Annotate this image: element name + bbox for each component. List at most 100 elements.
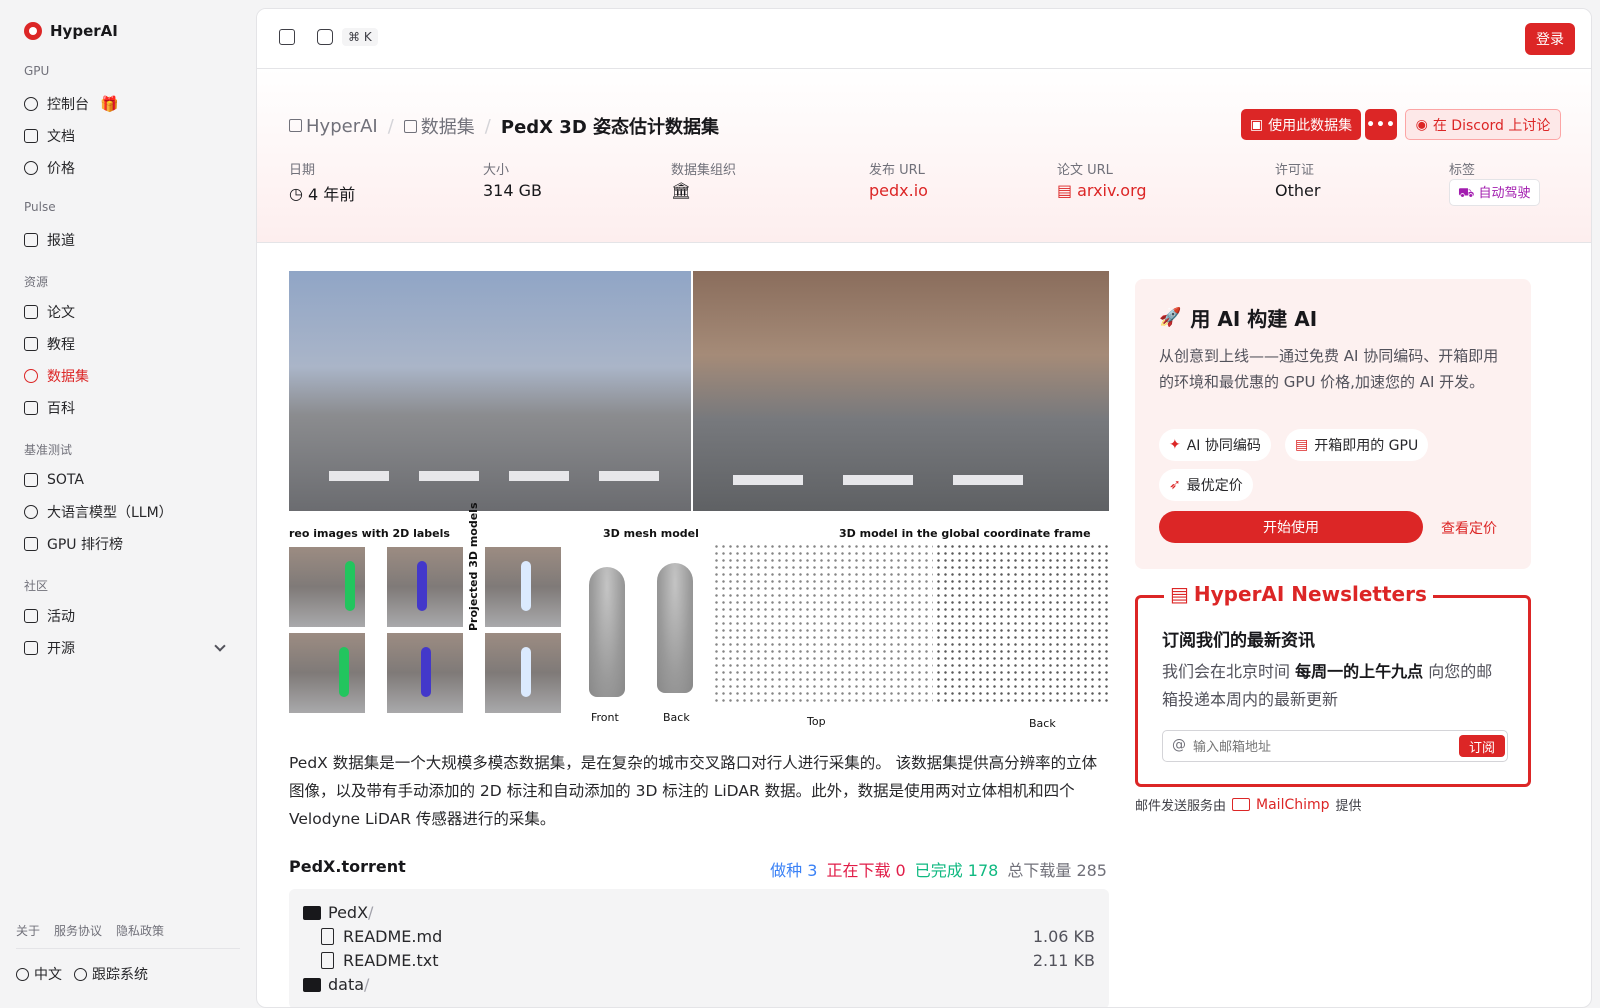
breadcrumb-separator: / xyxy=(484,115,491,137)
terms-link[interactable]: 服务协议 xyxy=(54,922,102,939)
mailchimp-link[interactable]: MailChimp xyxy=(1256,797,1330,813)
discord-button[interactable]: ◉ 在 Discord 上讨论 xyxy=(1405,109,1561,140)
sidebar-item-events[interactable]: 活动 xyxy=(16,601,236,631)
folder-icon xyxy=(303,905,321,920)
language-switch[interactable]: 中文 xyxy=(16,964,62,984)
license-value: Other xyxy=(1275,181,1321,200)
sidebar-item-llm[interactable]: 大语言模型（LLM） xyxy=(16,497,236,527)
section-title-benchmarks: 基准测试 xyxy=(24,443,73,457)
dollar-icon xyxy=(24,161,38,175)
sidebar-item-pricing[interactable]: 价格 xyxy=(16,153,236,183)
sidebar-item-label: GPU 排行榜 xyxy=(47,537,123,553)
publish-url-link[interactable]: pedx.io xyxy=(869,181,928,200)
sidebar-item-tutorials[interactable]: 教程 xyxy=(16,329,236,359)
file-row[interactable]: README.txt 2.11 KB xyxy=(303,951,1095,970)
breadcrumb-datasets[interactable]: 数据集 xyxy=(403,113,475,139)
sidebar-item-datasets[interactable]: 数据集 xyxy=(16,361,236,391)
promo-title: 🚀 用 AI 构建 AI xyxy=(1159,307,1318,331)
sidebar-item-label: 控制台 xyxy=(47,97,89,113)
sidebar-item-reports[interactable]: 报道 xyxy=(16,225,236,255)
breadcrumb-separator: / xyxy=(387,115,394,137)
size-label: 大小 xyxy=(483,163,510,178)
mesh-model-front xyxy=(589,567,625,697)
app-logo[interactable]: HyperAI xyxy=(24,22,118,40)
sidebar-item-gpu-leaderboard[interactable]: GPU 排行榜 xyxy=(16,529,236,559)
at-icon: @ xyxy=(1172,737,1186,753)
use-dataset-button[interactable]: ▣ 使用此数据集 xyxy=(1241,109,1361,140)
sidebar-item-open-source[interactable]: 开源 xyxy=(16,633,236,663)
tag-badge[interactable]: ⛟ 自动驾驶 xyxy=(1449,179,1540,206)
privacy-link[interactable]: 隐私政策 xyxy=(116,922,164,939)
footer-links: 关于 服务协议 隐私政策 xyxy=(16,922,164,939)
encyclopedia-icon xyxy=(24,401,38,415)
sidebar-item-docs[interactable]: 文档 xyxy=(16,121,236,151)
back-label: Back xyxy=(1029,717,1056,729)
crosswalk-stripe xyxy=(953,475,1023,485)
paper-url-link[interactable]: ▤ arxiv.org xyxy=(1057,181,1147,200)
pedestrian-label xyxy=(417,561,427,611)
file-icon xyxy=(321,928,334,945)
database-icon xyxy=(24,369,38,383)
section-title-community: 社区 xyxy=(24,579,49,593)
pill-pricing: ➶ 最优定价 xyxy=(1159,469,1253,501)
tracking-toggle[interactable]: 跟踪系统 xyxy=(74,964,148,984)
sidebar-toggle-icon[interactable] xyxy=(279,29,295,45)
gift-icon: 🎁 xyxy=(100,95,119,113)
sidebar-item-label: 价格 xyxy=(47,161,75,177)
file-row-folder[interactable]: data / xyxy=(303,975,1095,994)
terminal-icon: ▣ xyxy=(1249,116,1264,133)
discord-icon: ◉ xyxy=(1415,116,1428,133)
newsletter-box: ▤ HyperAI Newsletters 订阅我们的最新资讯 我们会在北京时间… xyxy=(1135,582,1531,787)
sidebar-item-label: SOTA xyxy=(47,472,84,488)
sidebar-item-label: 论文 xyxy=(47,305,75,321)
file-row[interactable]: README.md 1.06 KB xyxy=(303,927,1095,946)
lidar-back-view xyxy=(935,543,1109,703)
file-tree: PedX / README.md 1.06 KB README.txt 2.11 … xyxy=(289,889,1109,1007)
sidebar-item-encyclopedia[interactable]: 百科 xyxy=(16,393,236,423)
torrent-name: PedX.torrent xyxy=(289,857,406,876)
crosswalk-stripe xyxy=(599,471,659,481)
subscribe-button[interactable]: 订阅 xyxy=(1459,735,1505,757)
lidar-top-view xyxy=(713,543,933,703)
get-started-button[interactable]: 开始使用 xyxy=(1159,511,1423,543)
pedestrian-label xyxy=(521,561,531,611)
sidebar-item-sota[interactable]: SOTA xyxy=(16,465,236,495)
sidebar-item-label: 活动 xyxy=(47,609,75,625)
sparkle-icon: ✦ xyxy=(1169,437,1181,453)
back-label: Back xyxy=(663,711,690,724)
projected-models-label: Projected 3D models xyxy=(467,502,480,631)
pedestrian-label xyxy=(345,561,355,611)
breadcrumb-home[interactable]: HyperAI xyxy=(289,116,378,137)
crosswalk-stripe xyxy=(733,475,803,485)
dataset-header: HyperAI / 数据集 / PedX 3D 姿态估计数据集 ▣ 使用此数据集… xyxy=(257,69,1591,243)
folder-icon xyxy=(303,977,321,992)
thumbnail xyxy=(289,547,365,627)
file-row-folder[interactable]: PedX / xyxy=(303,903,1095,922)
topbar: ⌘ K 登录 xyxy=(257,9,1591,69)
file-icon xyxy=(321,952,334,969)
sidebar-item-label: 报道 xyxy=(47,233,75,249)
date-value: ◷ 4 年前 xyxy=(289,183,356,205)
globe-icon xyxy=(16,967,29,981)
date-label: 日期 xyxy=(289,163,316,178)
institution-icon[interactable]: 🏛 xyxy=(671,181,691,200)
seeding-count: 做种 3 xyxy=(770,861,818,880)
pill-gpu: ▤ 开箱即用的 GPU xyxy=(1285,429,1429,461)
crosswalk-stripe xyxy=(843,475,913,485)
car-icon: ⛟ xyxy=(1458,186,1479,201)
apps-icon[interactable] xyxy=(317,29,333,45)
about-link[interactable]: 关于 xyxy=(16,922,40,939)
command-shortcut[interactable]: ⌘ K xyxy=(342,28,378,46)
email-input[interactable] xyxy=(1193,737,1443,757)
front-label: Front xyxy=(591,711,619,724)
more-options-button[interactable]: ••• xyxy=(1365,109,1397,140)
crosswalk-stripe xyxy=(509,471,569,481)
caption-mesh: 3D mesh model xyxy=(603,527,699,540)
caption-2d-labels: reo images with 2D labels xyxy=(289,527,450,540)
crosswalk-stripe xyxy=(419,471,479,481)
thumbnail xyxy=(485,547,561,627)
sidebar-item-console[interactable]: 控制台 🎁 xyxy=(16,89,236,119)
view-pricing-link[interactable]: 查看定价 xyxy=(1441,518,1497,538)
login-button[interactable]: 登录 xyxy=(1525,23,1575,55)
sidebar-item-papers[interactable]: 论文 xyxy=(16,297,236,327)
